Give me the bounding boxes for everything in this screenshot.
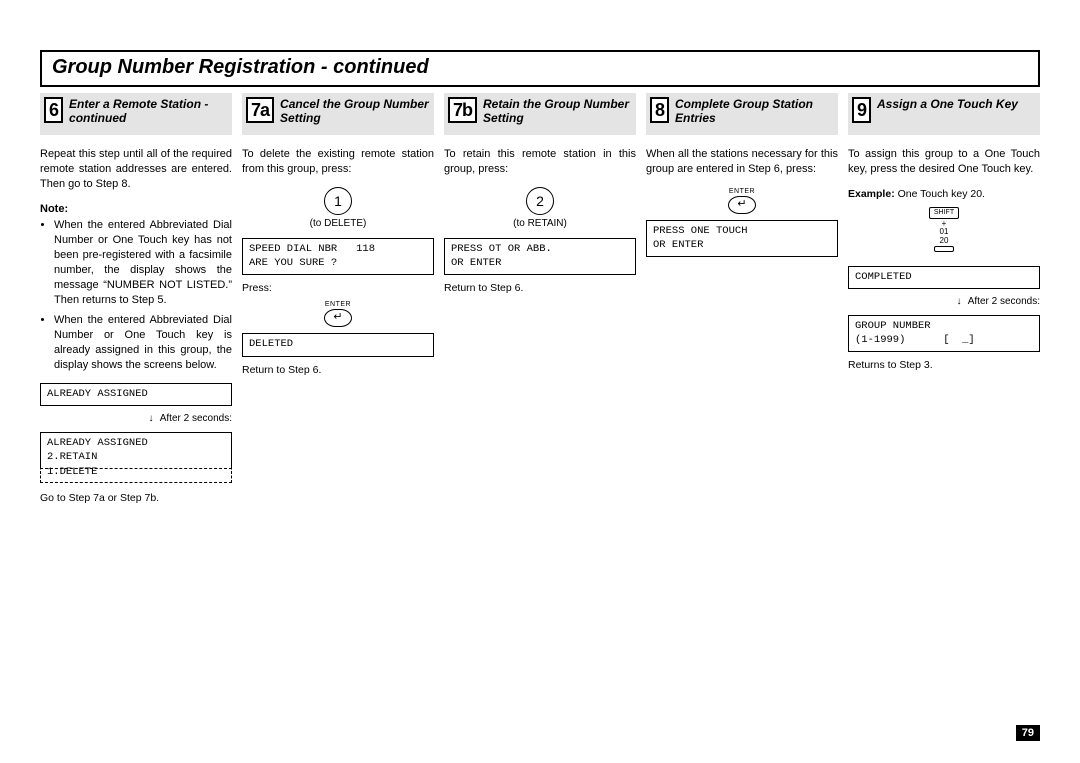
step7b-number: 7b bbox=[448, 97, 477, 123]
lcd-display: GROUP NUMBER (1-1999) [ _] bbox=[848, 315, 1040, 352]
step6-header: 6 Enter a Remote Station - continued bbox=[40, 93, 232, 135]
step7b-p2: Return to Step 6. bbox=[444, 281, 636, 295]
page-footer: 79 bbox=[1016, 723, 1040, 741]
keypad-caption: (to RETAIN) bbox=[444, 217, 636, 231]
note-list: When the entered Abbreviated Dial Number… bbox=[40, 218, 232, 372]
lcd-display: DELETED bbox=[242, 333, 434, 357]
after-2-seconds-label: After 2 seconds: bbox=[160, 413, 232, 424]
step9-title: Assign a One Touch Key bbox=[877, 97, 1018, 111]
step8-number: 8 bbox=[650, 97, 669, 123]
enter-oval-icon: ↵ bbox=[324, 309, 352, 327]
step7a-header: 7a Cancel the Group Number Setting bbox=[242, 93, 434, 135]
page-title: Group Number Registration - continued bbox=[52, 56, 1028, 79]
step8-p1: When all the stations necessary for this… bbox=[646, 147, 838, 177]
enter-oval-icon: ↵ bbox=[728, 196, 756, 214]
keypad-2-icon: 2 bbox=[526, 187, 554, 215]
col-step9: 9 Assign a One Touch Key To assign this … bbox=[848, 93, 1040, 510]
lcd-display-ext: 1.DELETE bbox=[40, 462, 232, 483]
step9-p2: Returns to Step 3. bbox=[848, 358, 1040, 372]
enter-key-icon: ENTER ↵ bbox=[646, 187, 838, 214]
step6-number: 6 bbox=[44, 97, 63, 123]
shift-keycap-icon: SHIFT bbox=[929, 207, 959, 219]
step7b-title: Retain the Group Number Setting bbox=[483, 97, 632, 126]
keypad-caption: (to DELETE) bbox=[242, 217, 434, 231]
key-01-label: 01 bbox=[940, 227, 949, 236]
example-label: Example: bbox=[848, 188, 895, 200]
step7b-p1: To retain this remote station in this gr… bbox=[444, 147, 636, 177]
plus-icon: + bbox=[942, 219, 947, 228]
down-arrow-icon: ↓ bbox=[957, 295, 962, 309]
step7a-p1: To delete the existing remote station fr… bbox=[242, 147, 434, 177]
step6-p1: Repeat this step until all of the requir… bbox=[40, 147, 232, 192]
enter-label: ENTER bbox=[242, 300, 434, 309]
page-title-box: Group Number Registration - continued bbox=[40, 50, 1040, 87]
enter-label: ENTER bbox=[646, 187, 838, 196]
lcd-display: ALREADY ASSIGNED bbox=[40, 383, 232, 407]
shift-key-stack: SHIFT + 01 20 bbox=[848, 207, 1040, 256]
after-2-seconds: ↓ After 2 seconds: bbox=[848, 295, 1040, 309]
step9-header: 9 Assign a One Touch Key bbox=[848, 93, 1040, 135]
enter-key-icon: ENTER ↵ bbox=[242, 300, 434, 327]
step8-title: Complete Group Station Entries bbox=[675, 97, 834, 126]
page-number: 79 bbox=[1016, 725, 1040, 741]
example-line: Example: One Touch key 20. bbox=[848, 187, 1040, 201]
columns: 6 Enter a Remote Station - continued Rep… bbox=[40, 93, 1040, 510]
one-touch-keycap-icon bbox=[934, 246, 954, 252]
keypad-1-icon: 1 bbox=[324, 187, 352, 215]
step7a-number: 7a bbox=[246, 97, 274, 123]
step9-number: 9 bbox=[852, 97, 871, 123]
step6-title: Enter a Remote Station - continued bbox=[69, 97, 228, 126]
step7a-title: Cancel the Group Number Setting bbox=[280, 97, 430, 126]
col-step7b: 7b Retain the Group Number Setting To re… bbox=[444, 93, 636, 510]
step9-p1: To assign this group to a One Touch key,… bbox=[848, 147, 1040, 177]
col-step6: 6 Enter a Remote Station - continued Rep… bbox=[40, 93, 232, 510]
lcd-display: SPEED DIAL NBR 118 ARE YOU SURE ? bbox=[242, 238, 434, 275]
step8-header: 8 Complete Group Station Entries bbox=[646, 93, 838, 135]
key-20-label: 20 bbox=[940, 236, 949, 245]
col-step8: 8 Complete Group Station Entries When al… bbox=[646, 93, 838, 510]
step7b-header: 7b Retain the Group Number Setting bbox=[444, 93, 636, 135]
step6-p2: Go to Step 7a or Step 7b. bbox=[40, 491, 232, 505]
note-item: When the entered Abbreviated Dial Number… bbox=[54, 218, 232, 307]
after-2-seconds: ↓ After 2 seconds: bbox=[40, 412, 232, 426]
note-item: When the entered Abbreviated Dial Number… bbox=[54, 313, 232, 372]
down-arrow-icon: ↓ bbox=[149, 412, 154, 426]
press-label: Press: bbox=[242, 281, 434, 295]
lcd-display: COMPLETED bbox=[848, 266, 1040, 290]
step7a-p2: Return to Step 6. bbox=[242, 363, 434, 377]
note-label: Note: bbox=[40, 202, 232, 217]
example-text: One Touch key 20. bbox=[898, 188, 985, 200]
after-2-seconds-label: After 2 seconds: bbox=[968, 296, 1040, 307]
lcd-display: PRESS OT OR ABB. OR ENTER bbox=[444, 238, 636, 275]
col-step7a: 7a Cancel the Group Number Setting To de… bbox=[242, 93, 434, 510]
manual-page: Group Number Registration - continued 6 … bbox=[0, 0, 1080, 763]
lcd-display: PRESS ONE TOUCH OR ENTER bbox=[646, 220, 838, 257]
